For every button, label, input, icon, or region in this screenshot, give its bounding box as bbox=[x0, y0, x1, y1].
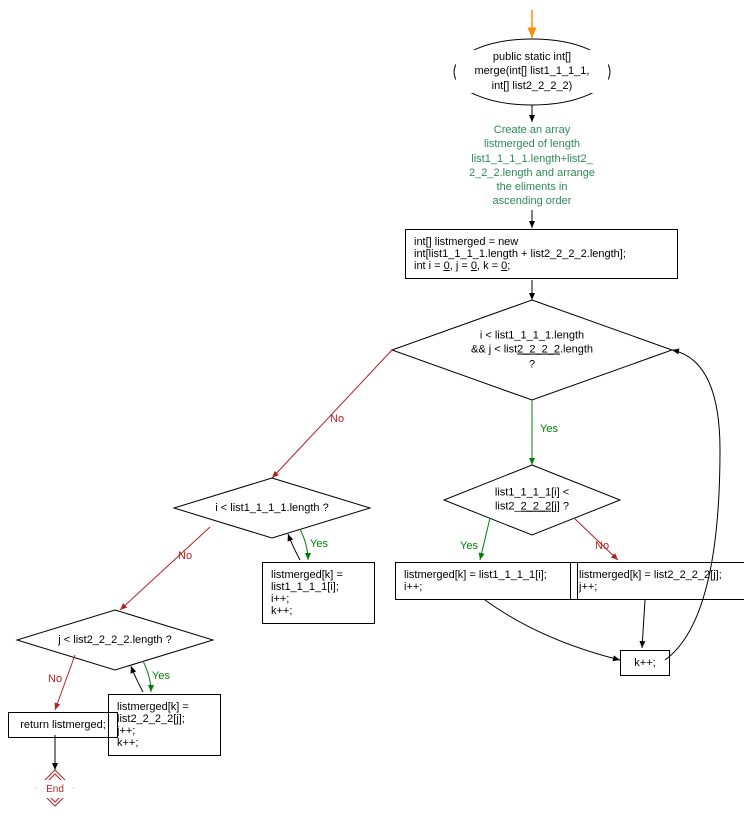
assignI-l2: i++; bbox=[404, 581, 422, 593]
start-line3: int[] list2_2_2_2) bbox=[492, 80, 573, 92]
comment-l3: list1_1_1_1.length+list2_ bbox=[471, 153, 592, 165]
loop1-l4: k++; bbox=[271, 605, 292, 617]
assign-i-process: listmerged[k] = list1_1_1_1[i]; i++; bbox=[395, 562, 578, 600]
init-l3a: int i = bbox=[414, 260, 444, 272]
comment-l6: ascending order bbox=[493, 195, 572, 207]
init-l2: int[list1_1_1_1.length + list2_2_2_2.len… bbox=[414, 248, 626, 260]
end-text: End bbox=[46, 783, 64, 796]
cond3-decision: i < list1_1_1_1.length ? bbox=[174, 478, 370, 538]
cond2-yes-label: Yes bbox=[460, 540, 478, 552]
loop1-l2: list1_1_1_1[i]; bbox=[271, 581, 339, 593]
init-l3g: ; bbox=[507, 260, 510, 272]
cond2-l2b: 2_2_2 bbox=[521, 501, 552, 513]
kpp-text: k++; bbox=[634, 657, 655, 669]
loop2-process: listmerged[k] = list2_2_2_2[j]; j++; k++… bbox=[108, 694, 221, 756]
cond4-no-label: No bbox=[48, 673, 62, 685]
cond3-yes-label: Yes bbox=[310, 538, 328, 550]
cond2-l2a: list2_ bbox=[495, 501, 521, 513]
init-l3c: , j = bbox=[450, 260, 471, 272]
loop2-l4: k++; bbox=[117, 737, 138, 749]
init-l1: int[] listmerged = new bbox=[414, 236, 518, 248]
cond1-l2a: && j < list bbox=[471, 344, 517, 356]
cond1-yes-label: Yes bbox=[540, 423, 558, 435]
start-terminator: public static int[] merge(int[] list1_1_… bbox=[456, 50, 608, 93]
loop2-l1: listmerged[k] = bbox=[117, 701, 189, 713]
cond2-l2c: [j] ? bbox=[551, 501, 569, 513]
cond1-no-label: No bbox=[330, 413, 344, 425]
init-l3e: , k = bbox=[477, 260, 501, 272]
comment-l5: the eliments in bbox=[497, 181, 568, 193]
comment-l1: Create an array bbox=[494, 124, 570, 136]
cond3-text: i < list1_1_1_1.length ? bbox=[215, 502, 328, 514]
loop2-l2: list2_2_2_2[j]; bbox=[117, 713, 185, 725]
assign-j-process: listmerged[k] = list2_2_2_2[j]; j++; bbox=[570, 562, 744, 600]
cond1-l3: ? bbox=[529, 358, 535, 370]
end-node: End bbox=[37, 780, 73, 798]
cond4-text: j < list2_2_2_2.length ? bbox=[58, 634, 171, 646]
loop1-l1: listmerged[k] = bbox=[271, 569, 343, 581]
cond4-decision: j < list2_2_2_2.length ? bbox=[17, 610, 213, 670]
cond2-l1: list1_1_1_1[i] < bbox=[495, 487, 569, 499]
loop1-process: listmerged[k] = list1_1_1_1[i]; i++; k++… bbox=[262, 562, 375, 624]
cond1-l2c: .length bbox=[560, 344, 593, 356]
assignI-l1: listmerged[k] = list1_1_1_1[i]; bbox=[404, 569, 547, 581]
cond3-no-label: No bbox=[178, 550, 192, 562]
loop2-l3: j++; bbox=[117, 725, 135, 737]
return-text: return listmerged; bbox=[20, 719, 106, 731]
comment-l4: 2_2_2.length and arrange bbox=[469, 167, 595, 179]
loop1-l3: i++; bbox=[271, 593, 289, 605]
cond2-no-label: No bbox=[595, 540, 609, 552]
assignJ-l2: j++; bbox=[579, 581, 597, 593]
start-line1: public static int[] bbox=[493, 51, 571, 63]
comment-node: Create an array listmerged of length lis… bbox=[452, 123, 612, 209]
cond4-yes-label: Yes bbox=[152, 670, 170, 682]
cond1-l2b: 2_2_2_2 bbox=[517, 344, 560, 356]
cond2-decision: list1_1_1_1[i] < list2_2_2_2[j] ? bbox=[444, 465, 620, 535]
init-process: int[] listmerged = new int[list1_1_1_1.l… bbox=[405, 229, 678, 279]
kpp-process: k++; bbox=[620, 650, 670, 676]
comment-l2: listmerged of length bbox=[484, 138, 580, 150]
cond1-decision: i < list1_1_1_1.length && j < list2_2_2_… bbox=[392, 300, 672, 400]
assignJ-l1: listmerged[k] = list2_2_2_2[j]; bbox=[579, 569, 722, 581]
return-process: return listmerged; bbox=[8, 712, 118, 738]
start-line2: merge(int[] list1_1_1_1, bbox=[475, 65, 590, 77]
cond1-l1: i < list1_1_1_1.length bbox=[480, 330, 584, 342]
